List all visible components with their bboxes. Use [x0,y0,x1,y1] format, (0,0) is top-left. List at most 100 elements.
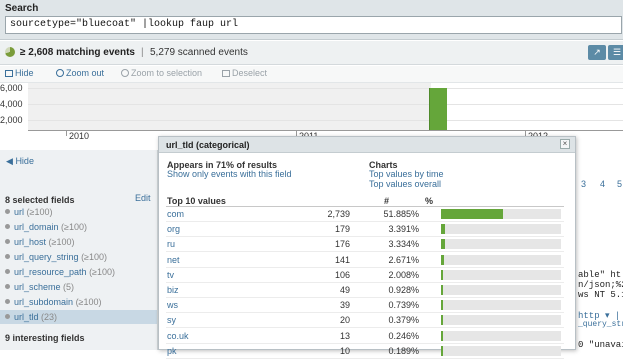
hide-timeline-button[interactable]: Hide [5,68,34,78]
more-actions-button[interactable]: ☰ [608,45,623,60]
hide-timeline-label: Hide [15,68,34,78]
top-value-count: 39 [339,300,350,311]
collapse-icon [5,70,13,77]
top-value-bar-track [441,239,561,250]
field-name: url_host [14,237,47,247]
page-link[interactable]: 5 [617,179,622,189]
top-value-name[interactable]: sy [167,315,176,325]
hide-fields-button[interactable]: ◀ Hide [6,156,34,167]
hide-fields-label: Hide [15,156,34,166]
top-value-bar-track [441,224,561,235]
top-value-bar [441,269,444,280]
search-input[interactable]: sourcetype="bluecoat" |lookup faup url [5,16,622,34]
raw-event-text: able" ht [578,270,622,280]
top-value-row[interactable]: pk 10 0.189% [159,344,575,359]
top-value-row[interactable]: tv 106 2.008% [159,268,575,283]
field-name: url_query_string [14,252,79,262]
top-value-bar [441,300,443,311]
top-value-name[interactable]: com [167,209,184,219]
top-value-row[interactable]: net 141 2.671% [159,253,575,268]
timeline-gridline [28,88,623,89]
status-separator: | [141,47,144,58]
top-value-bar-track [441,285,561,295]
export-button[interactable]: ↗ [588,45,606,60]
timeline-gridline [28,104,623,105]
top-value-name[interactable]: co.uk [167,331,189,341]
edit-fields-link[interactable]: Edit [135,193,151,203]
top-value-name[interactable]: ws [167,300,178,310]
top-value-bar-track [441,300,561,311]
field-item-url-scheme[interactable]: url_scheme (5) [0,280,157,294]
top-value-percent: 51.885% [383,209,419,219]
top-value-name[interactable]: tv [167,270,174,280]
top-value-percent: 0.246% [388,330,419,341]
timeline-bar[interactable] [429,88,447,130]
top-value-bar-track [441,269,561,280]
top-value-row[interactable]: biz 49 0.928% [159,283,575,298]
top-value-bar [441,209,504,219]
timeline-x-tick: 2010 [69,131,90,141]
top-values-overall-link[interactable]: Top values overall [369,179,441,189]
top-value-bar [441,345,443,356]
field-item-url-query-string[interactable]: url_query_string (≥100) [0,250,157,264]
top-value-bar [441,315,443,326]
top-value-percent: 2.008% [388,269,419,280]
interesting-fields-header: 9 interesting fields [5,333,85,343]
field-item-url-domain[interactable]: url_domain (≥100) [0,220,157,234]
field-name: url_tld [14,312,39,322]
selected-fields-header: 8 selected fields [5,195,75,205]
field-count: (≥100) [89,267,116,277]
top-value-count: 20 [339,315,350,326]
top-value-bar [441,254,445,265]
top-value-count: 176 [334,239,350,250]
show-only-events-link[interactable]: Show only events with this field [167,169,292,179]
close-icon[interactable]: × [560,139,570,149]
timeline-y-tick: 4,000 [0,99,23,109]
field-count: (23) [41,312,58,322]
timeline-y-tick: 6,000 [0,83,23,93]
top-value-bar-track [441,254,561,265]
progress-spinner-icon [5,47,15,57]
top-value-name[interactable]: net [167,255,180,265]
zoom-out-label: Zoom out [66,68,105,78]
deselect-button[interactable]: Deselect [222,68,267,78]
top-value-percent: 2.671% [388,254,419,265]
top-value-count: 2,739 [327,209,350,219]
top-value-bar [441,239,445,250]
top-values-by-time-link[interactable]: Top values by time [369,169,444,179]
field-count: (5) [63,282,75,292]
deselect-label: Deselect [232,68,268,78]
matching-events-count: ≥ 2,608 matching events [20,47,135,58]
top-value-percent: 3.391% [388,224,419,235]
top-value-row[interactable]: org 179 3.391% [159,222,575,238]
top-value-row[interactable]: ru 176 3.334% [159,237,575,253]
field-item-url-tld[interactable]: url_tld (23) [0,310,157,324]
zoom-to-selection-button[interactable]: Zoom to selection [121,68,202,78]
zoom-out-button[interactable]: Zoom out [56,68,104,78]
top-value-name[interactable]: org [167,224,180,234]
percent-column-header: % [425,196,434,206]
page-link[interactable]: 4 [600,179,605,189]
field-item-url-subdomain[interactable]: url_subdomain (≥100) [0,295,157,309]
top-value-name[interactable]: pk [167,346,177,356]
top-value-percent: 3.334% [388,239,419,250]
page-link[interactable]: 3 [581,179,586,189]
top-value-count: 179 [334,224,350,235]
timeline-x-tick-mark [66,130,67,136]
bullet-icon [5,254,10,259]
field-count: (≥100) [75,297,102,307]
top-value-name[interactable]: biz [167,285,179,295]
top-value-row[interactable]: com 2,739 51.885% [159,207,575,222]
top-value-bar-track [441,345,561,356]
raw-event-field-link[interactable]: _query_strin [578,320,623,329]
field-item-url-resource-path[interactable]: url_resource_path (≥100) [0,265,157,279]
timeline-empty-range [28,83,431,130]
field-item-url-host[interactable]: url_host (≥100) [0,235,157,249]
field-item-url[interactable]: url (≥100) [0,205,157,219]
top-value-name[interactable]: ru [167,239,175,249]
top-value-row[interactable]: co.uk 13 0.246% [159,329,575,344]
top-values-header: Top 10 values [167,196,226,206]
magnifier-icon [56,69,64,77]
top-value-row[interactable]: ws 39 0.739% [159,298,575,314]
top-value-row[interactable]: sy 20 0.379% [159,313,575,329]
